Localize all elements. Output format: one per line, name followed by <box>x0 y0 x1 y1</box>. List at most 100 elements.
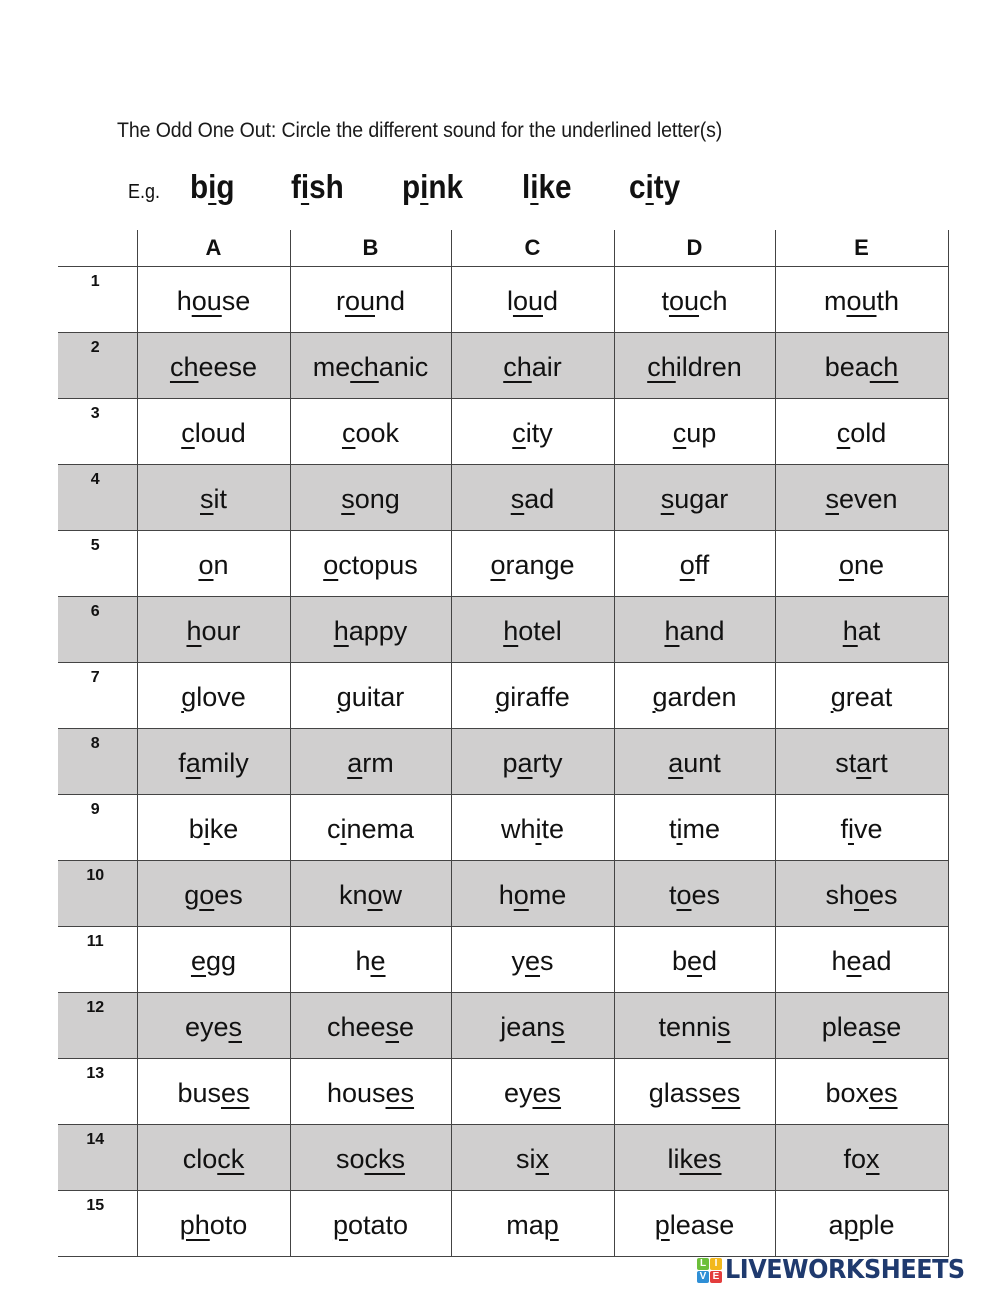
word: shoes <box>825 880 897 911</box>
word-cell-d[interactable]: sugar <box>613 464 775 531</box>
word-cell-b[interactable]: know <box>289 860 451 927</box>
word: home <box>499 880 567 911</box>
word-cell-c[interactable]: map <box>450 1190 614 1257</box>
word-cell-e[interactable]: great <box>774 662 949 729</box>
word-cell-e[interactable]: five <box>774 794 949 861</box>
word-cell-d[interactable]: hand <box>613 596 775 663</box>
word-cell-b[interactable]: arm <box>289 728 451 795</box>
word-cell-e[interactable]: start <box>774 728 949 795</box>
word-cell-a[interactable]: egg <box>136 926 290 993</box>
word-cell-e[interactable]: fox <box>774 1124 949 1191</box>
word-cell-a[interactable]: hour <box>136 596 290 663</box>
word-prefix: so <box>335 1144 365 1174</box>
word-cell-e[interactable]: please <box>774 992 949 1059</box>
word-cell-a[interactable]: house <box>136 266 290 333</box>
example-word: fish <box>291 168 344 206</box>
word-cell-c[interactable]: chair <box>450 332 614 399</box>
word-cell-c[interactable]: giraffe <box>450 662 614 729</box>
word-suffix: gg <box>205 946 237 976</box>
word-cell-a[interactable]: cheese <box>136 332 290 399</box>
word-prefix: wh <box>500 814 536 844</box>
word-cell-c[interactable]: sad <box>450 464 614 531</box>
word-cell-a[interactable]: goes <box>136 860 290 927</box>
word-suffix: es <box>869 880 898 910</box>
word: cook <box>342 418 399 449</box>
word-cell-c[interactable]: party <box>450 728 614 795</box>
table-row: 11 egg he yes bed head <box>58 926 949 993</box>
word-cell-c[interactable]: eyes <box>450 1058 614 1125</box>
word-cell-d[interactable]: aunt <box>613 728 775 795</box>
word-cell-b[interactable]: octopus <box>289 530 451 597</box>
word-cell-b[interactable]: song <box>289 464 451 531</box>
word-cell-c[interactable]: hotel <box>450 596 614 663</box>
word-cell-a[interactable]: bike <box>136 794 290 861</box>
underlined-letters: p <box>332 1210 348 1240</box>
word-cell-a[interactable]: on <box>136 530 290 597</box>
word-cell-a[interactable]: buses <box>136 1058 290 1125</box>
word-suffix: ugar <box>674 484 729 514</box>
word-cell-a[interactable]: eyes <box>136 992 290 1059</box>
word-cell-a[interactable]: family <box>136 728 290 795</box>
word-cell-b[interactable]: cheese <box>289 992 451 1059</box>
word-prefix: b <box>188 814 204 844</box>
word-cell-c[interactable]: six <box>450 1124 614 1191</box>
word: garden <box>652 682 736 713</box>
word-cell-c[interactable]: jeans <box>450 992 614 1059</box>
word-cell-d[interactable]: off <box>613 530 775 597</box>
word-cell-a[interactable]: clock <box>136 1124 290 1191</box>
word-cell-d[interactable]: tennis <box>613 992 775 1059</box>
row-number: 8 <box>58 728 137 795</box>
word-cell-b[interactable]: mechanic <box>289 332 451 399</box>
word-cell-d[interactable]: time <box>613 794 775 861</box>
word-cell-d[interactable]: garden <box>613 662 775 729</box>
word-cell-b[interactable]: round <box>289 266 451 333</box>
word-cell-b[interactable]: cook <box>289 398 451 465</box>
word-cell-d[interactable]: touch <box>613 266 775 333</box>
word-cell-b[interactable]: houses <box>289 1058 451 1125</box>
underlined-letters: g <box>652 682 668 712</box>
word-cell-e[interactable]: one <box>774 530 949 597</box>
word-cell-e[interactable]: seven <box>774 464 949 531</box>
word-cell-a[interactable]: photo <box>136 1190 290 1257</box>
word-cell-b[interactable]: he <box>289 926 451 993</box>
word-cell-a[interactable]: cloud <box>136 398 290 465</box>
word-cell-d[interactable]: bed <box>613 926 775 993</box>
word-cell-d[interactable]: please <box>613 1190 775 1257</box>
word-cell-b[interactable]: cinema <box>289 794 451 861</box>
word-cell-c[interactable]: home <box>450 860 614 927</box>
word-suffix: rt <box>871 748 888 778</box>
word: boxes <box>825 1078 897 1109</box>
word-cell-e[interactable]: mouth <box>774 266 949 333</box>
underlined-letters: ch <box>169 352 199 382</box>
word-cell-d[interactable]: toes <box>613 860 775 927</box>
word-cell-d[interactable]: likes <box>613 1124 775 1191</box>
word-cell-b[interactable]: socks <box>289 1124 451 1191</box>
word-cell-e[interactable]: apple <box>774 1190 949 1257</box>
word-cell-c[interactable]: city <box>450 398 614 465</box>
word-cell-c[interactable]: loud <box>450 266 614 333</box>
word-cell-e[interactable]: shoes <box>774 860 949 927</box>
underlined-letters: h <box>664 616 680 646</box>
table-row: 8 family arm party aunt start <box>58 728 949 795</box>
word-cell-a[interactable]: glove <box>136 662 290 729</box>
word-suffix: ad <box>524 484 555 514</box>
word-cell-e[interactable]: hat <box>774 596 949 663</box>
logo-tile: E <box>710 1270 722 1283</box>
word: eyes <box>185 1012 242 1043</box>
word-cell-e[interactable]: cold <box>774 398 949 465</box>
word-cell-b[interactable]: potato <box>289 1190 451 1257</box>
word-cell-e[interactable]: boxes <box>774 1058 949 1125</box>
word-cell-c[interactable]: orange <box>450 530 614 597</box>
underlined-letters: h <box>503 616 519 646</box>
word-cell-d[interactable]: children <box>613 332 775 399</box>
word-cell-e[interactable]: head <box>774 926 949 993</box>
word-cell-e[interactable]: beach <box>774 332 949 399</box>
word-cell-d[interactable]: cup <box>613 398 775 465</box>
word-cell-b[interactable]: guitar <box>289 662 451 729</box>
word: bike <box>189 814 239 845</box>
word-cell-c[interactable]: white <box>450 794 614 861</box>
word-cell-c[interactable]: yes <box>450 926 614 993</box>
word-cell-b[interactable]: happy <box>289 596 451 663</box>
word-cell-d[interactable]: glasses <box>613 1058 775 1125</box>
word-cell-a[interactable]: sit <box>136 464 290 531</box>
